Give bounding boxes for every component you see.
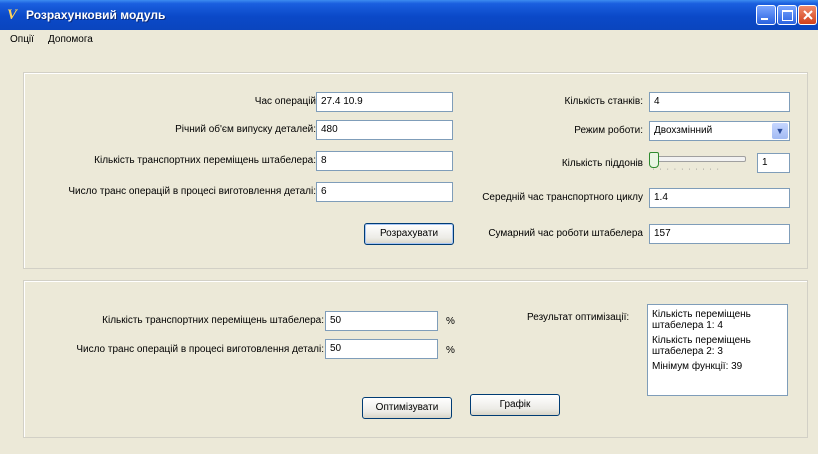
pallets-label: Кількість піддонів [561, 158, 643, 169]
trans-ops-label: Число транс операцій в процесі виготовле… [68, 186, 316, 197]
optimize-button[interactable]: Оптимізувати [362, 397, 452, 419]
annual-volume-label: Річний об'єм випуску деталей: [175, 124, 316, 135]
total-time-label: Сумарний час роботи штабелера [488, 228, 643, 239]
minimize-icon [761, 18, 768, 20]
result-line: Кількість переміщень штабелера 1: 4 [652, 309, 751, 331]
maximize-icon [782, 10, 793, 21]
close-icon [803, 10, 813, 20]
result-line: Кількість переміщень штабелера 2: 3 [652, 335, 751, 357]
bottom-trans-ops-unit: % [446, 345, 455, 356]
title-bar[interactable]: V Розрахунковий модуль [0, 0, 818, 30]
result-line: Мінімум функції: 39 [652, 361, 743, 372]
transport-moves-input[interactable]: 8 [316, 151, 453, 171]
total-time-input[interactable]: 157 [649, 224, 790, 244]
app-icon: V [7, 7, 18, 23]
transport-moves-label: Кількість транспортних переміщень штабел… [94, 155, 316, 166]
annual-volume-input[interactable]: 480 [316, 120, 453, 140]
menu-bar: Опції Допомога [0, 30, 818, 50]
optimization-result-label: Результат оптимізації: [527, 312, 630, 323]
minimize-button[interactable] [756, 5, 776, 25]
op-time-label: Час операцій [254, 96, 316, 107]
bottom-transport-moves-label: Кількість транспортних переміщень штабел… [102, 315, 324, 326]
window-title: Розрахунковий модуль [26, 8, 166, 22]
op-time-input[interactable]: 27.4 10.9 [316, 92, 453, 112]
optimization-result-box[interactable]: Кількість переміщень штабелера 1: 4 Кіль… [647, 304, 788, 396]
pallets-slider-ticks: '''''''''' [653, 169, 725, 175]
machines-input[interactable]: 4 [649, 92, 790, 112]
mode-select-value: Двохзмінний [654, 125, 713, 136]
calculation-panel: Час операцій 27.4 10.9 Річний об'єм випу… [23, 72, 808, 269]
bottom-transport-moves-unit: % [446, 316, 455, 327]
bottom-trans-ops-input[interactable]: 50 [325, 339, 438, 359]
menu-help[interactable]: Допомога [48, 34, 93, 45]
close-button[interactable] [798, 5, 817, 25]
bottom-transport-moves-input[interactable]: 50 [325, 311, 438, 331]
machines-label: Кількість станків: [564, 96, 644, 107]
chevron-down-icon[interactable]: ▼ [772, 123, 788, 139]
trans-ops-input[interactable]: 6 [316, 182, 453, 202]
graph-button[interactable]: Графік [470, 394, 560, 416]
avg-cycle-input[interactable]: 1.4 [649, 188, 790, 208]
pallets-slider-thumb[interactable] [649, 152, 659, 168]
menu-options[interactable]: Опції [10, 34, 34, 45]
client-area: Час операцій 27.4 10.9 Річний об'єм випу… [8, 50, 810, 446]
mode-select[interactable]: Двохзмінний ▼ [649, 121, 790, 141]
calculate-button[interactable]: Розрахувати [364, 223, 454, 245]
optimization-panel: Кількість транспортних переміщень штабел… [23, 280, 808, 438]
mode-label: Режим роботи: [574, 125, 643, 136]
avg-cycle-label: Середній час транспортного циклу [482, 192, 643, 203]
pallets-slider-track[interactable] [649, 156, 746, 162]
pallets-input[interactable]: 1 [757, 153, 790, 173]
bottom-trans-ops-label: Число транс операцій в процесі виготовле… [76, 344, 324, 355]
app-window: V Розрахунковий модуль Опції Допомога Ча… [0, 0, 818, 454]
maximize-button[interactable] [777, 5, 797, 25]
